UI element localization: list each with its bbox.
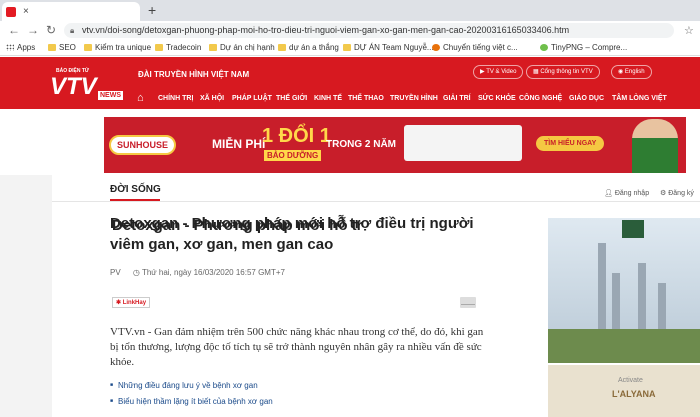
english-button[interactable]: ◉ English xyxy=(611,65,652,79)
real-estate-ad[interactable] xyxy=(548,218,700,363)
air-conditioner-image xyxy=(404,125,522,161)
menu-cong-nghe[interactable]: CÔNG NGHỆ xyxy=(519,95,562,102)
park-image xyxy=(548,329,700,363)
left-gutter xyxy=(0,175,52,417)
browser-tab[interactable]: Detoxgan - Phương pháp mới hỗ tr × xyxy=(2,2,363,234)
linkhay-button[interactable]: ✱ LinkHay xyxy=(112,297,151,308)
tv-video-button[interactable]: ▶ TV & Video xyxy=(473,65,524,79)
browser-tab-bar: Detoxgan - Phương pháp mới hỗ tr × + xyxy=(0,0,700,234)
back-icon[interactable]: ← xyxy=(8,23,20,37)
menu-kinh-te[interactable]: KINH TẾ xyxy=(314,95,342,102)
ad-offer: 1 ĐỔI 1 xyxy=(262,125,331,147)
main-menu: ⌂ CHÍNH TRỊ XÃ HỘI PHÁP LUẬT THẾ GIỚI KI… xyxy=(0,89,700,109)
menu-giao-duc[interactable]: GIÁO DỤC xyxy=(569,95,604,102)
folder-icon xyxy=(48,44,56,51)
ad-cta-button[interactable]: TÌM HIỂU NGAY xyxy=(536,136,605,151)
login-link[interactable]: 👤︎ Đăng nhập xyxy=(604,189,649,197)
ad-person-image xyxy=(632,119,678,173)
menu-phap-luat[interactable]: PHÁP LUẬT xyxy=(232,95,272,102)
url-text: vtv.vn/doi-song/detoxgan-phuong-phap-moi… xyxy=(82,25,570,35)
section-title[interactable]: ĐỜI SỐNG xyxy=(110,184,161,195)
related-link-1[interactable]: Những điều đáng lưu ý về bệnh xơ gan xyxy=(110,381,258,390)
clock-icon: ◷ xyxy=(132,268,140,277)
ad-free-text: MIỄN PHÍ xyxy=(212,137,266,151)
menu-xa-hoi[interactable]: XÃ HỘI xyxy=(200,95,224,102)
globe-icon xyxy=(432,44,440,51)
menu-chinh-tri[interactable]: CHÍNH TRỊ xyxy=(158,95,193,102)
ad-duration: TRONG 2 NĂM xyxy=(326,139,396,150)
home-icon[interactable]: ⌂ xyxy=(137,92,144,104)
lalyana-ad[interactable]: Activate L'ALYANA xyxy=(548,365,700,417)
bookmark-kiem-tra[interactable]: Kiểm tra unique xyxy=(84,43,151,52)
forward-icon[interactable]: → xyxy=(27,23,39,37)
article-title: Detoxgan - Phương pháp mới hỗ trợ điều t… xyxy=(110,215,474,253)
url-input[interactable]: 🔒︎ vtv.vn/doi-song/detoxgan-phuong-phap-… xyxy=(64,23,674,38)
section-divider xyxy=(52,201,700,202)
new-tab-icon[interactable]: + xyxy=(148,2,156,18)
bookmark-apps[interactable]: Apps xyxy=(6,43,35,52)
folder-icon xyxy=(84,44,92,51)
register-link[interactable]: ⚙︎ Đăng ký xyxy=(660,189,694,197)
address-bar-row: ← → ↻ 🔒︎ vtv.vn/doi-song/detoxgan-phuong… xyxy=(0,21,700,41)
bookmark-tinypng[interactable]: TinyPNG – Compre... xyxy=(540,43,627,52)
vtv-favicon-icon xyxy=(6,6,16,17)
folder-icon xyxy=(155,44,163,51)
bookmark-du-an-chi-hanh[interactable]: Dự án chị hạnh xyxy=(209,43,275,52)
menu-giai-tri[interactable]: GIẢI TRÍ xyxy=(443,95,471,102)
article-author: PV xyxy=(110,268,121,277)
sunhouse-banner-ad[interactable]: SUNHOUSE MIỄN PHÍ 1 ĐỔI 1 BẢO DƯỠNG TRON… xyxy=(104,117,686,173)
bookmark-du-an-a-thang[interactable]: dự án a thắng xyxy=(278,43,339,52)
ad-warranty: BẢO DƯỠNG xyxy=(264,150,322,161)
menu-the-gioi[interactable]: THẾ GIỚI xyxy=(276,95,307,102)
bookmark-seo[interactable]: SEO xyxy=(48,43,76,52)
email-share-icon[interactable] xyxy=(460,297,476,308)
article-date: Thứ hai, ngày 16/03/2020 16:57 GMT+7 xyxy=(141,268,285,277)
folder-icon xyxy=(343,44,351,51)
apps-icon xyxy=(6,44,14,51)
ad-brand: SUNHOUSE xyxy=(109,135,177,155)
folder-icon xyxy=(209,44,217,51)
folder-icon xyxy=(278,44,286,51)
activate-watermark: Activate xyxy=(618,377,643,384)
article-summary: VTV.vn - Gan đảm nhiệm trên 500 chức năn… xyxy=(110,326,484,368)
menu-the-thao[interactable]: THỂ THAO xyxy=(348,95,384,102)
tab-close-icon[interactable]: × xyxy=(23,6,29,17)
tinypng-icon xyxy=(540,44,548,51)
portal-button[interactable]: ▦ Cổng thông tin VTV xyxy=(526,65,600,79)
tower-image xyxy=(598,243,606,343)
menu-suc-khoe[interactable]: SỨC KHỎE xyxy=(478,95,516,102)
menu-truyen-hinh[interactable]: TRUYỀN HÌNH xyxy=(390,95,438,102)
reload-icon[interactable]: ↻ xyxy=(46,23,56,37)
related-link-2[interactable]: Biểu hiện thầm lặng ít biết của bệnh xơ … xyxy=(110,397,273,406)
article-meta: PV ◷ Thứ hai, ngày 16/03/2020 16:57 GMT+… xyxy=(110,268,285,277)
bookmark-tradecoin[interactable]: Tradecoin xyxy=(155,43,201,52)
lock-icon: 🔒︎ xyxy=(70,26,75,35)
broadcaster-name: ĐÀI TRUYỀN HÌNH VIỆT NAM xyxy=(138,70,250,79)
bookmarks-bar: Apps SEO Kiểm tra unique Tradecoin Dự án… xyxy=(0,41,700,56)
bookmark-chuyen-tieng-viet[interactable]: Chuyển tiếng việt c... xyxy=(432,43,518,52)
bookmark-star-icon[interactable]: ☆ xyxy=(684,24,694,37)
ad-logo-icon xyxy=(622,220,644,238)
lalyana-brand: L'ALYANA xyxy=(612,389,656,399)
menu-tam-long-viet[interactable]: TÂM LÒNG VIỆT xyxy=(612,95,667,102)
bookmark-team[interactable]: DỰ ÁN Team Nguyễ... xyxy=(343,43,434,52)
